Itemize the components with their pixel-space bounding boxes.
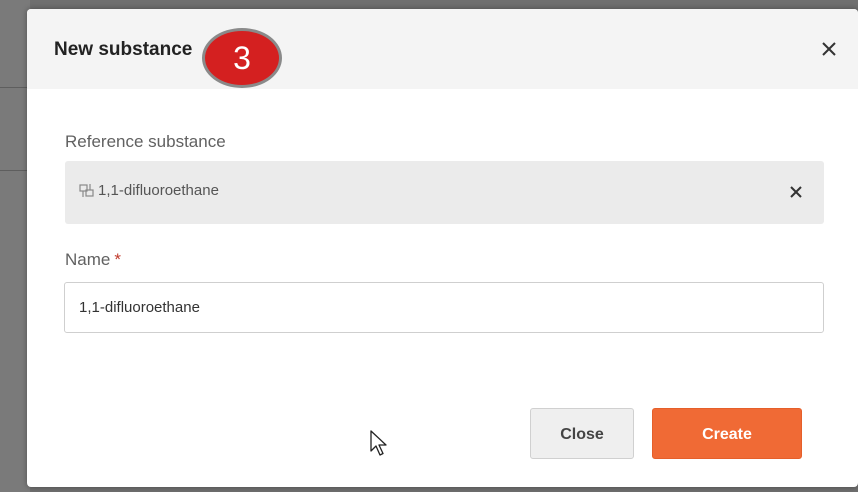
reference-substance-label: Reference substance [65, 132, 226, 151]
name-label: Name * [65, 250, 121, 270]
create-button[interactable]: Create [652, 408, 802, 459]
new-substance-dialog: New substance Reference substance 1,1-di… [27, 9, 858, 487]
required-marker: * [114, 250, 121, 269]
dialog-header: New substance [27, 9, 858, 89]
molecule-icon [78, 182, 96, 200]
mouse-cursor-icon [369, 429, 389, 459]
background-divider [0, 87, 30, 88]
step-number-badge: 3 [202, 28, 282, 88]
background-app [0, 0, 30, 492]
reference-substance-value: 1,1-difluoroethane [98, 182, 219, 199]
name-input[interactable] [64, 282, 824, 333]
name-label-text: Name [65, 250, 111, 269]
reference-substance-field[interactable]: 1,1-difluoroethane [65, 161, 824, 224]
dialog-title: New substance [54, 39, 193, 60]
background-divider [0, 170, 30, 171]
screen: New substance Reference substance 1,1-di… [0, 0, 858, 492]
close-button[interactable]: Close [530, 408, 634, 459]
close-icon[interactable] [817, 37, 841, 61]
clear-icon[interactable] [786, 182, 806, 202]
